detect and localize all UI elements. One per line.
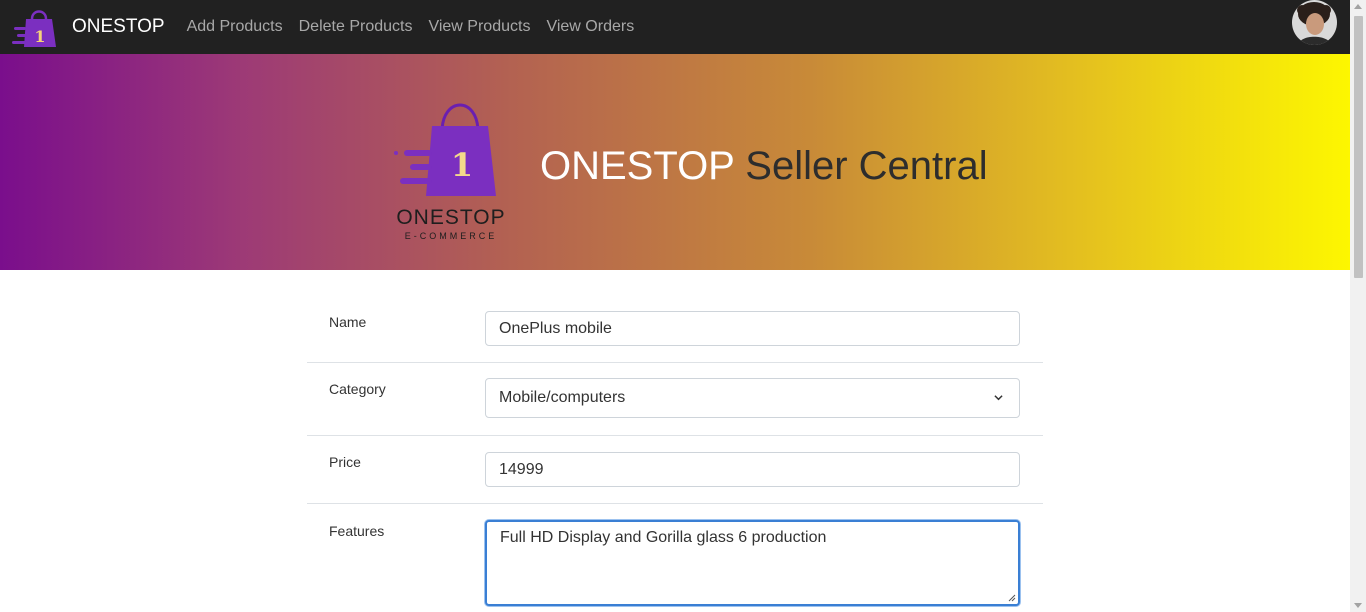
brand-name[interactable]: ONESTOP <box>72 16 165 38</box>
resize-handle-icon[interactable] <box>1007 593 1016 602</box>
name-label: Name <box>329 314 367 330</box>
user-avatar[interactable] <box>1292 0 1337 45</box>
features-label: Features <box>329 523 385 539</box>
title-brand: ONESTOP <box>540 144 735 188</box>
category-select-value: Mobile/computers <box>499 389 626 406</box>
avatar-image <box>1292 0 1337 45</box>
chevron-down-icon <box>994 395 1003 401</box>
svg-text:1: 1 <box>34 27 45 46</box>
page-scrollbar[interactable] <box>1350 0 1366 612</box>
form-row-features: Features Full HD Display and Gorilla gla… <box>307 504 1043 612</box>
nav-delete-products[interactable]: Delete Products <box>291 18 421 36</box>
form-row-category: Category Mobile/computers <box>307 363 1043 436</box>
nav-view-orders[interactable]: View Orders <box>538 18 642 36</box>
scroll-up-arrow-icon[interactable] <box>1354 4 1362 9</box>
name-input[interactable]: OnePlus mobile <box>485 311 1020 346</box>
scroll-down-arrow-icon[interactable] <box>1354 603 1362 608</box>
add-product-form: Name OnePlus mobile Category Mobile/comp… <box>307 270 1043 612</box>
svg-text:ONESTOP: ONESTOP <box>396 206 505 229</box>
scrollbar-thumb[interactable] <box>1354 16 1363 278</box>
hero-banner: 1 ONESTOP E-COMMERCE ONESTOP Seller Cent… <box>0 54 1350 270</box>
title-rest: Seller Central <box>745 144 988 188</box>
price-input[interactable]: 14999 <box>485 452 1020 487</box>
form-row-price: Price 14999 <box>307 436 1043 504</box>
name-input-value: OnePlus mobile <box>499 319 612 337</box>
nav-view-products[interactable]: View Products <box>420 18 538 36</box>
shopping-bag-logo-icon: 1 <box>12 10 56 47</box>
features-textarea-value: Full HD Display and Gorilla glass 6 prod… <box>500 529 827 546</box>
svg-text:E-COMMERCE: E-COMMERCE <box>405 231 498 241</box>
brand[interactable]: 1 ONESTOP <box>12 5 179 49</box>
nav-links: Add Products Delete Products View Produc… <box>179 18 643 36</box>
features-textarea[interactable]: Full HD Display and Gorilla glass 6 prod… <box>485 520 1020 606</box>
svg-text:1: 1 <box>451 146 473 184</box>
category-select[interactable]: Mobile/computers <box>485 378 1020 418</box>
category-label: Category <box>329 381 386 397</box>
page-title: ONESTOP Seller Central <box>540 144 988 189</box>
price-label: Price <box>329 454 361 470</box>
price-input-value: 14999 <box>499 460 544 478</box>
onestop-ecommerce-logo-icon: 1 ONESTOP E-COMMERCE <box>394 103 505 241</box>
top-navbar: 1 ONESTOP Add Products Delete Products V… <box>0 0 1350 54</box>
nav-add-products[interactable]: Add Products <box>179 18 291 36</box>
form-row-name: Name OnePlus mobile <box>307 270 1043 363</box>
